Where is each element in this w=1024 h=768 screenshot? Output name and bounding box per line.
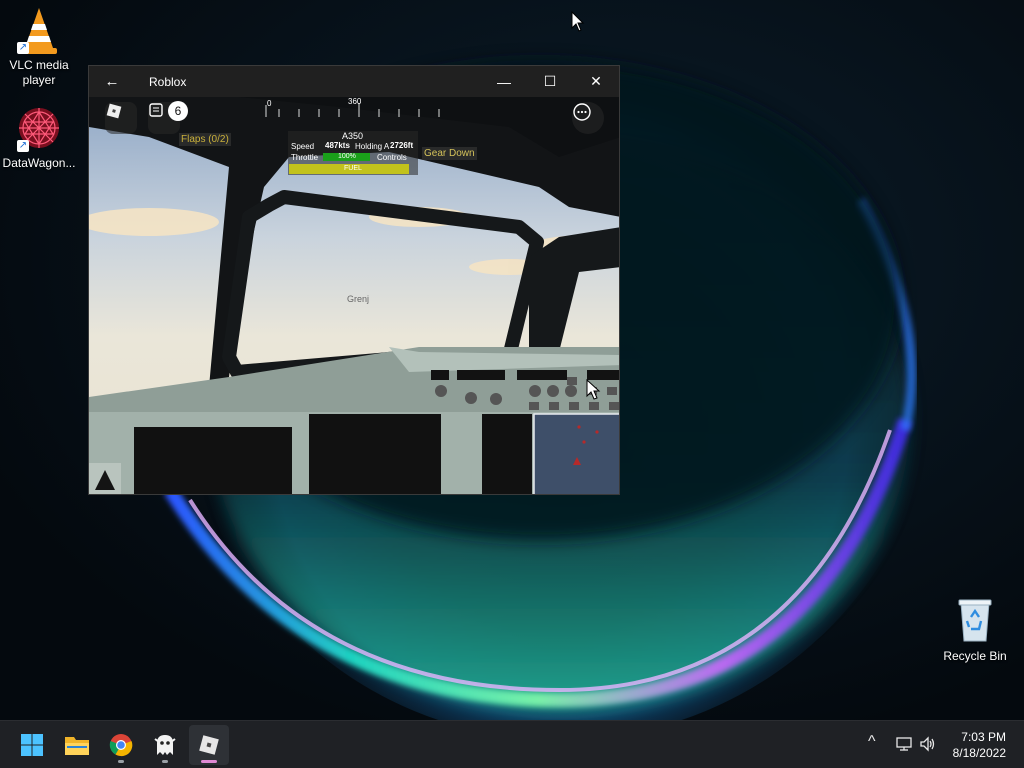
desktop-icon-label: DataWagon... [2, 156, 76, 170]
more-options-button[interactable] [572, 102, 604, 134]
taskbar-file-explorer[interactable] [57, 725, 97, 765]
shortcut-arrow-icon: ↗ [17, 42, 29, 54]
show-hidden-icons-chevron[interactable]: ^ [868, 733, 876, 751]
mouse-cursor-icon [571, 11, 585, 32]
controls-label: Controls [377, 153, 407, 162]
chrome-icon [109, 734, 133, 757]
throttle-value: 100% [338, 153, 356, 160]
clock-time: 7:03 PM [961, 730, 1006, 744]
shortcut-arrow-icon: ↗ [17, 140, 29, 152]
heading-label-left: 0 [267, 99, 272, 108]
volume-icon[interactable] [919, 735, 937, 753]
desktop-icon-label: Recycle Bin [943, 649, 1007, 663]
desktop-icon-recycle-bin[interactable]: Recycle Bin [937, 597, 1013, 664]
flaps-label[interactable]: Flaps (0/2) [179, 133, 231, 146]
roblox-icon [199, 735, 219, 755]
running-indicator [201, 760, 217, 763]
roblox-logo-icon [106, 103, 122, 119]
taskbar-roblox[interactable] [189, 725, 229, 765]
desktop-icon-vlc[interactable]: ↗ VLC media player [1, 6, 77, 88]
datawagon-icon: ↗ [15, 104, 63, 152]
taskbar-chrome[interactable] [101, 725, 141, 765]
recycle-bin-icon [951, 597, 999, 645]
gear-label[interactable]: Gear Down [422, 147, 477, 160]
running-indicator [162, 760, 168, 763]
desktop-icon-datawagon[interactable]: ↗ DataWagon... [1, 104, 77, 171]
network-icon[interactable] [895, 735, 913, 753]
running-indicator [118, 760, 124, 763]
speed-value: 487kts [325, 141, 350, 150]
back-arrow-icon[interactable]: ← [89, 66, 135, 97]
clock-date: 8/18/2022 [952, 746, 1006, 760]
close-button[interactable]: ✕ [573, 66, 619, 97]
taskbar-clock[interactable]: 7:03 PM 8/18/2022 [953, 729, 1006, 761]
throttle-label: Throttle [291, 153, 319, 162]
taskbar-ghost-app[interactable] [145, 725, 185, 765]
aircraft-name: A350 [342, 131, 364, 141]
ghost-app-icon [154, 735, 176, 755]
window-titlebar[interactable]: ← Roblox — ☐ ✕ [89, 66, 619, 97]
window-title: Roblox [149, 74, 187, 89]
taskbar: ^ 7:03 PM 8/18/2022 [0, 720, 1024, 768]
desktop-icon-label: VLC media player [9, 58, 69, 87]
holding-label: Holding A [355, 142, 390, 151]
roblox-menu-button[interactable] [105, 102, 137, 134]
maximize-button[interactable]: ☐ [527, 66, 573, 97]
fuel-label: FUEL [344, 165, 362, 172]
player-nametag: Grenj [347, 294, 370, 304]
chat-icon [149, 103, 163, 117]
start-icon [21, 734, 43, 756]
game-cursor-icon [586, 379, 601, 400]
altitude-value: 2726ft [390, 141, 414, 150]
start-button[interactable] [12, 725, 52, 765]
ellipsis-icon [573, 103, 591, 121]
minimize-button[interactable]: — [481, 66, 527, 97]
game-viewport[interactable]: 0 360 6 Flaps (0/2) A350 Speed 487kts Ho… [89, 97, 619, 494]
vlc-icon: ↗ [15, 6, 63, 54]
speed-label: Speed [291, 142, 315, 151]
chat-badge: 6 [168, 101, 188, 121]
file-explorer-icon [65, 737, 89, 755]
roblox-window[interactable]: ← Roblox — ☐ ✕ 0 360 6 Flaps (0/2) A350 … [88, 65, 620, 495]
heading-label-center: 360 [348, 97, 362, 106]
